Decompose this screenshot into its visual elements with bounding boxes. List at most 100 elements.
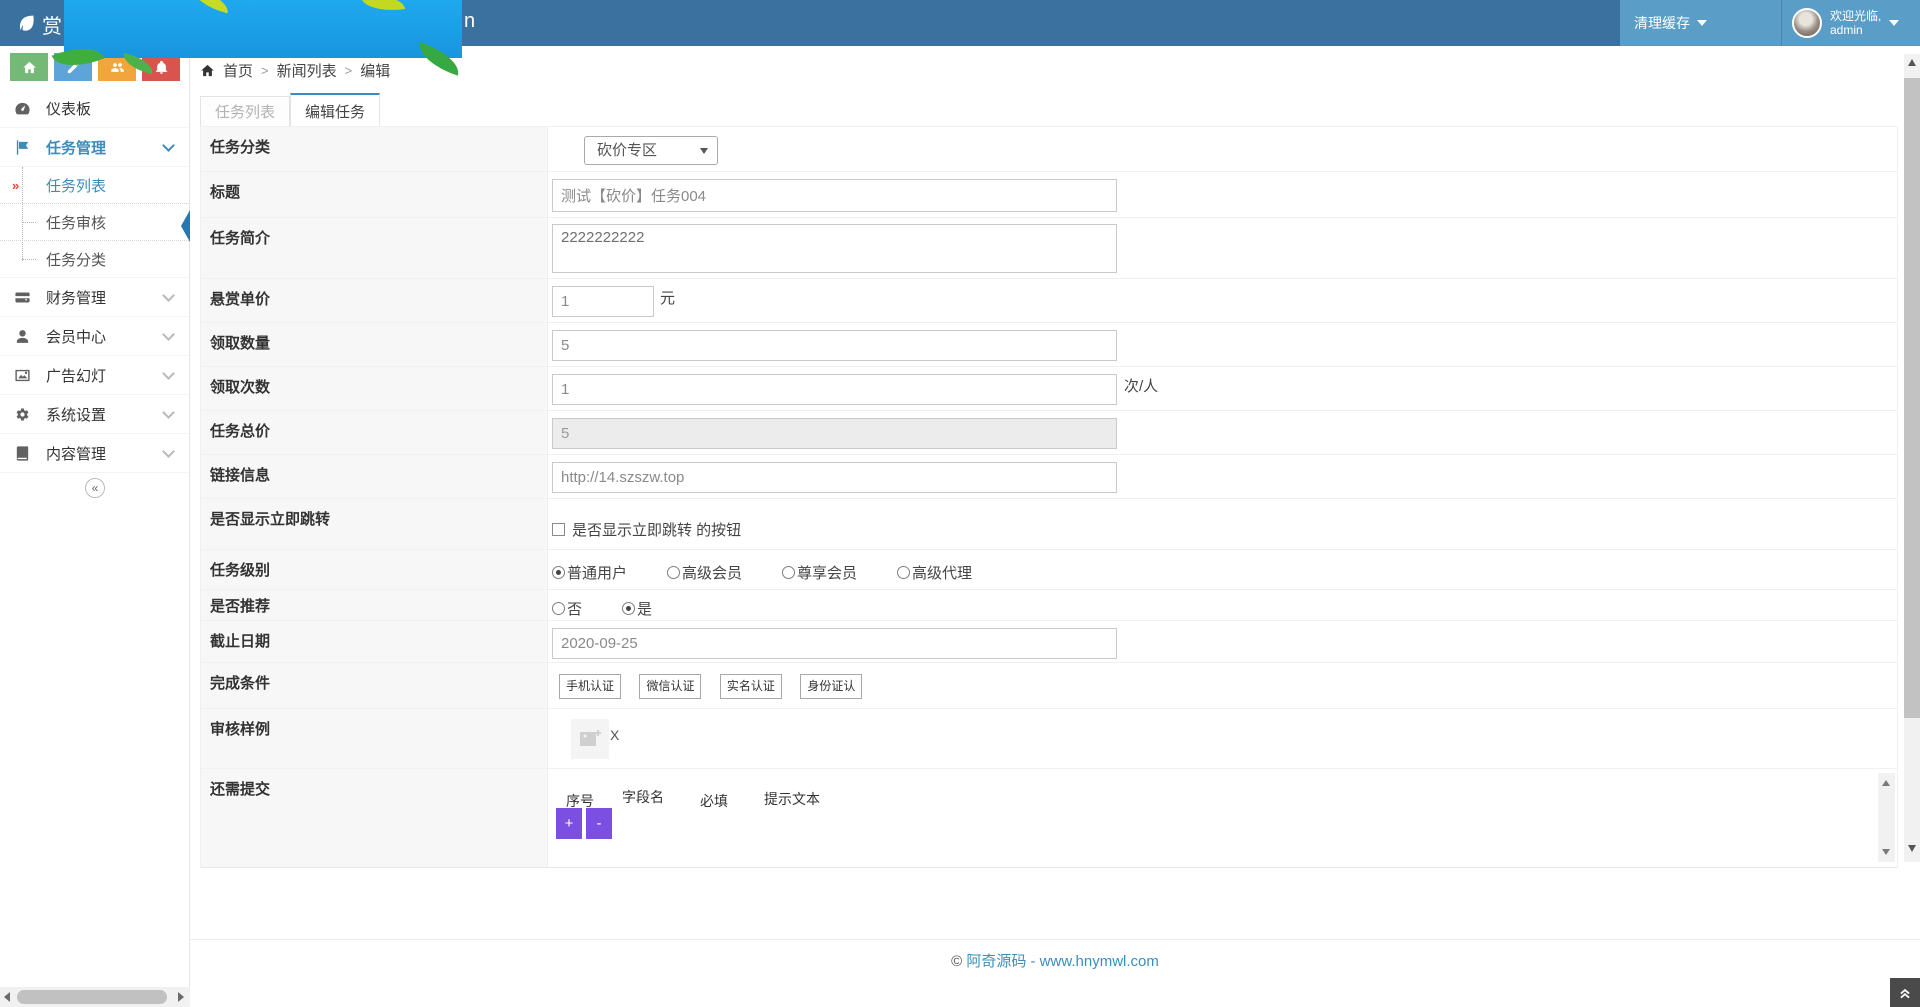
sidebar-item-label: 系统设置 bbox=[46, 404, 106, 425]
chevron-down-icon bbox=[162, 139, 175, 152]
level-radio-vip[interactable] bbox=[782, 566, 795, 579]
field-label: 完成条件 bbox=[201, 663, 548, 708]
scroll-right-icon[interactable] bbox=[178, 992, 184, 1002]
sidebar-item-task-management[interactable]: 任务管理 bbox=[0, 128, 189, 167]
image-icon bbox=[14, 366, 32, 384]
condition-idcard-button[interactable]: 身份证认 bbox=[800, 674, 862, 699]
field-label: 领取数量 bbox=[201, 323, 548, 366]
chevron-down-icon bbox=[1889, 20, 1899, 26]
form-row-level: 任务级别 普通用户 高级会员 尊享会员 高级代理 bbox=[201, 550, 1897, 590]
level-option-label: 高级会员 bbox=[682, 562, 742, 583]
book-icon bbox=[14, 444, 32, 462]
sidebar-item-ads[interactable]: 广告幻灯 bbox=[0, 356, 189, 395]
sidebar-item-label: 内容管理 bbox=[46, 443, 106, 464]
condition-phone-button[interactable]: 手机认证 bbox=[559, 674, 621, 699]
active-item-wedge bbox=[181, 210, 190, 242]
unit-price-input[interactable] bbox=[552, 286, 654, 317]
form-row-quantity: 领取数量 bbox=[201, 323, 1897, 367]
remove-field-button[interactable]: - bbox=[586, 808, 612, 839]
tab-edit-task[interactable]: 编辑任务 bbox=[290, 93, 380, 127]
chevron-down-icon bbox=[162, 406, 175, 419]
level-radio-agent[interactable] bbox=[897, 566, 910, 579]
sidebar-item-label: 广告幻灯 bbox=[46, 365, 106, 386]
field-label: 悬赏单价 bbox=[201, 279, 548, 322]
leaf-decoration bbox=[361, 0, 405, 15]
deadline-input[interactable] bbox=[552, 628, 1117, 659]
scrollbar-thumb[interactable] bbox=[17, 990, 167, 1004]
sidebar: 仪表板 任务管理 » 任务列表 任务审核 任务分类 财务管理 bbox=[0, 46, 190, 1007]
form-row-title: 标题 bbox=[201, 172, 1897, 218]
chevron-down-icon bbox=[162, 445, 175, 458]
home-icon bbox=[200, 63, 215, 78]
intro-textarea[interactable]: 2222222222 bbox=[552, 224, 1117, 273]
field-label: 任务级别 bbox=[201, 550, 548, 589]
level-radio-normal[interactable] bbox=[552, 566, 565, 579]
tab-task-list[interactable]: 任务列表 bbox=[200, 96, 290, 127]
sidebar-item-dashboard[interactable]: 仪表板 bbox=[0, 89, 189, 128]
sidebar-item-content[interactable]: 内容管理 bbox=[0, 434, 189, 473]
scroll-left-icon[interactable] bbox=[4, 992, 10, 1002]
sidebar-collapse-button[interactable]: « bbox=[85, 478, 105, 498]
sidebar-item-members[interactable]: 会员中心 bbox=[0, 317, 189, 356]
add-field-button[interactable]: + bbox=[556, 808, 582, 839]
sidebar-horizontal-scrollbar[interactable] bbox=[0, 987, 190, 1007]
logo-text-suffix: n bbox=[464, 10, 475, 33]
welcome-line1: 欢迎光临, bbox=[1830, 9, 1881, 23]
form-row-link: 链接信息 bbox=[201, 455, 1897, 499]
chevron-down-icon bbox=[162, 328, 175, 341]
breadcrumb-home[interactable]: 首页 bbox=[223, 60, 253, 81]
sidebar-item-finance[interactable]: 财务管理 bbox=[0, 278, 189, 317]
form-row-jump: 是否显示立即跳转 是否显示立即跳转 的按钮 bbox=[201, 499, 1897, 550]
user-icon bbox=[14, 327, 32, 345]
sidebar-item-task-category[interactable]: 任务分类 bbox=[0, 241, 189, 278]
home-button[interactable] bbox=[10, 53, 48, 81]
level-radio-premium[interactable] bbox=[667, 566, 680, 579]
condition-wechat-button[interactable]: 微信认证 bbox=[639, 674, 701, 699]
flag-icon bbox=[14, 138, 32, 156]
unit-price-suffix: 元 bbox=[660, 287, 675, 308]
user-menu[interactable]: 欢迎光临, admin bbox=[1782, 0, 1909, 46]
image-placeholder-icon bbox=[578, 727, 602, 751]
sidebar-item-task-review[interactable]: 任务审核 bbox=[0, 204, 189, 241]
scroll-up-icon[interactable] bbox=[1882, 780, 1890, 786]
clear-cache-label: 清理缓存 bbox=[1634, 13, 1690, 33]
quantity-input[interactable] bbox=[552, 330, 1117, 361]
sample-image-placeholder[interactable] bbox=[571, 719, 609, 759]
bell-icon bbox=[154, 60, 169, 75]
condition-realname-button[interactable]: 实名认证 bbox=[720, 674, 782, 699]
recommend-radio-yes[interactable] bbox=[622, 602, 635, 615]
times-input[interactable] bbox=[552, 374, 1117, 405]
gauge-icon bbox=[14, 99, 32, 117]
scroll-down-icon[interactable] bbox=[1908, 845, 1916, 852]
sidebar-item-task-list[interactable]: » 任务列表 bbox=[0, 167, 189, 204]
leaf-decoration bbox=[191, 0, 232, 13]
back-to-top-button[interactable] bbox=[1890, 978, 1920, 1007]
home-icon bbox=[22, 60, 37, 75]
field-label: 任务总价 bbox=[201, 411, 548, 454]
form-row-total: 任务总价 bbox=[201, 411, 1897, 455]
category-select[interactable]: 砍价专区 bbox=[584, 136, 718, 165]
breadcrumb-separator: > bbox=[261, 63, 269, 78]
jump-checkbox-label: 是否显示立即跳转 的按钮 bbox=[572, 519, 741, 540]
inner-vertical-scrollbar[interactable] bbox=[1878, 773, 1895, 862]
column-header: 提示文本 bbox=[764, 789, 820, 809]
welcome-username: admin bbox=[1830, 23, 1881, 37]
form-row-category: 任务分类 砍价专区 bbox=[201, 127, 1897, 172]
edit-task-form: 任务分类 砍价专区 标题 任务简介 2222222222 悬赏单价 元 bbox=[200, 126, 1898, 868]
sidebar-item-settings[interactable]: 系统设置 bbox=[0, 395, 189, 434]
active-arrows-icon: » bbox=[12, 178, 17, 193]
jump-checkbox[interactable] bbox=[552, 523, 565, 536]
clear-cache-button[interactable]: 清理缓存 bbox=[1620, 0, 1721, 46]
breadcrumb-news-list[interactable]: 新闻列表 bbox=[277, 60, 337, 81]
title-input[interactable] bbox=[552, 179, 1117, 212]
scrollbar-thumb[interactable] bbox=[1904, 78, 1920, 718]
sidebar-item-label: 任务分类 bbox=[46, 249, 106, 270]
scroll-down-icon[interactable] bbox=[1882, 849, 1890, 855]
footer-link[interactable]: 阿奇源码 - www.hnymwl.com bbox=[966, 953, 1159, 970]
scroll-up-icon[interactable] bbox=[1908, 59, 1916, 66]
link-input[interactable] bbox=[552, 462, 1117, 493]
recommend-radio-no[interactable] bbox=[552, 602, 565, 615]
form-row-times: 领取次数 次/人 bbox=[201, 367, 1897, 411]
header-right-panel: 清理缓存 欢迎光临, admin bbox=[1620, 0, 1920, 46]
main-vertical-scrollbar[interactable] bbox=[1904, 54, 1920, 862]
